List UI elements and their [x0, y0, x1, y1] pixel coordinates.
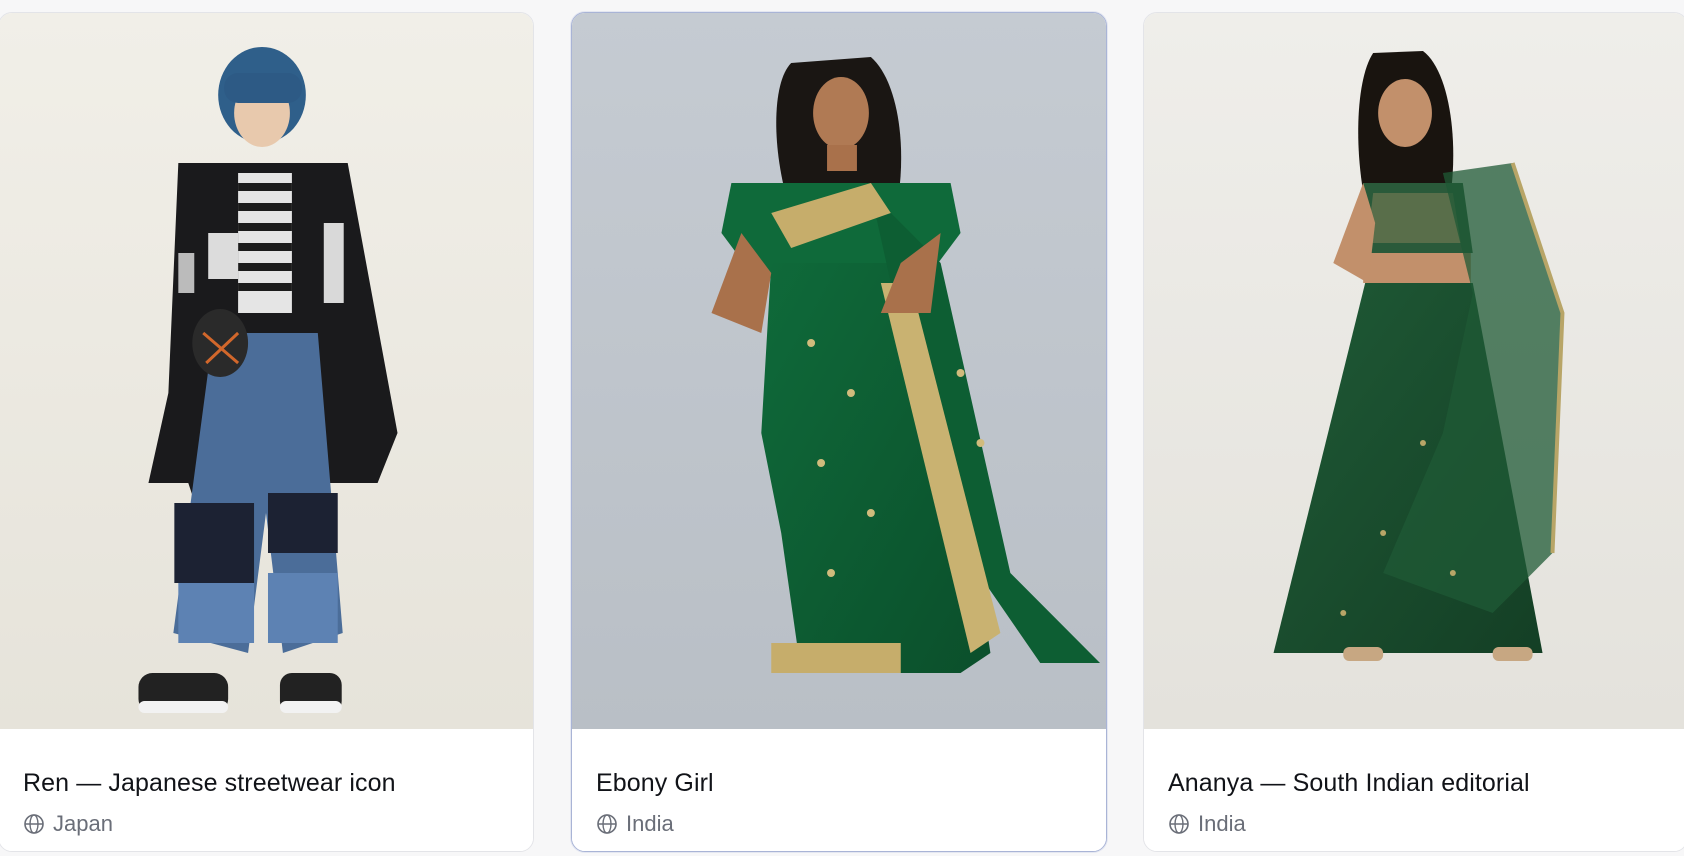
globe-icon	[23, 813, 45, 835]
persona-photo	[572, 13, 1106, 729]
persona-title: Ebony Girl	[596, 769, 714, 797]
persona-meta: Ren — Japanese streetwear icon Japan	[0, 729, 533, 851]
persona-location: India	[1168, 811, 1246, 837]
persona-location: Japan	[23, 811, 113, 837]
persona-card[interactable]: Ebony Girl India	[571, 12, 1107, 852]
persona-card-grid: Ren — Japanese streetwear icon Japan Ebo…	[0, 0, 1684, 856]
persona-card[interactable]: Ananya — South Indian editorial India	[1143, 12, 1684, 852]
globe-icon	[596, 813, 618, 835]
persona-title: Ananya — South Indian editorial	[1168, 769, 1530, 797]
persona-location-label: Japan	[53, 811, 113, 836]
persona-location: India	[596, 811, 674, 837]
persona-title: Ren — Japanese streetwear icon	[23, 769, 396, 797]
persona-photo	[0, 13, 533, 729]
persona-card[interactable]: Ren — Japanese streetwear icon Japan	[0, 12, 534, 852]
persona-location-label: India	[1198, 811, 1246, 836]
persona-location-label: India	[626, 811, 674, 836]
persona-meta: Ananya — South Indian editorial India	[1144, 729, 1684, 851]
persona-meta: Ebony Girl India	[572, 729, 1106, 851]
persona-photo	[1144, 13, 1684, 729]
globe-icon	[1168, 813, 1190, 835]
